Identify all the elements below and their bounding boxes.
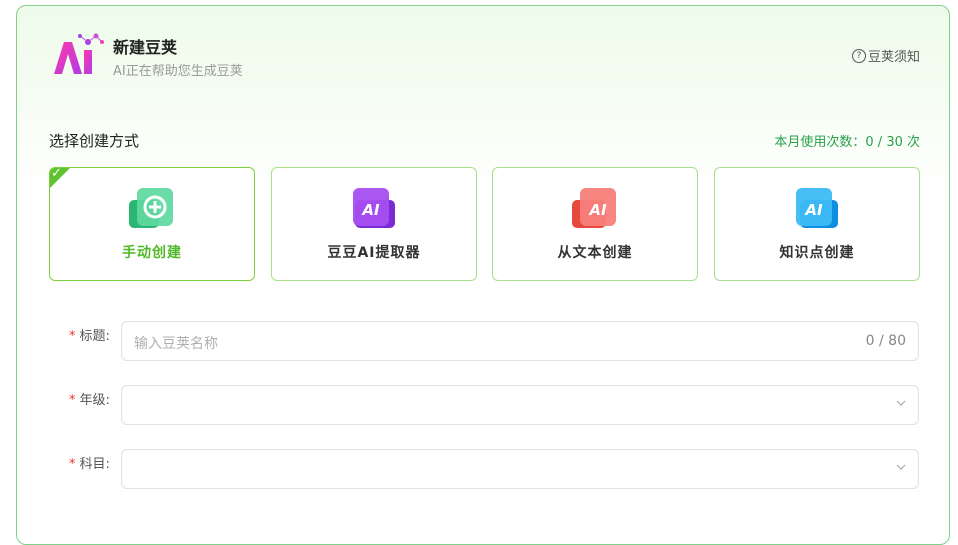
subject-row: * 科目: (49, 449, 919, 489)
grade-row: * 年级: (49, 385, 919, 425)
grade-select[interactable] (121, 385, 919, 425)
title-row: * 标题: 输入豆荚名称 0 / 80 (49, 321, 919, 361)
ai-logo-icon (54, 33, 104, 74)
card-ai-extractor[interactable]: AI 豆豆AI提取器 (271, 167, 477, 281)
svg-text:AI: AI (588, 201, 607, 219)
section-label: 选择创建方式 (49, 132, 140, 150)
chevron-down-icon (896, 464, 906, 470)
title-input[interactable]: 输入豆荚名称 0 / 80 (121, 321, 919, 361)
card-knowledge-point-create[interactable]: AI 知识点创建 (714, 167, 920, 281)
plus-circle-icon (129, 188, 173, 228)
checkmark-icon: ✓ (51, 167, 62, 181)
creation-method-cards: ✓ 手动创建 AI 豆豆AI提取器 AI 从文本创建 AI 知识点创建 (49, 167, 920, 281)
page-subtitle: AI正在帮助您生成豆荚 (113, 64, 243, 79)
title-placeholder: 输入豆荚名称 (134, 336, 218, 352)
svg-text:AI: AI (361, 201, 380, 219)
help-label: 豆荚须知 (867, 50, 920, 65)
card-manual-create[interactable]: ✓ 手动创建 (49, 167, 255, 281)
ai-red-icon: AI (572, 188, 616, 228)
ai-blue-icon: AI (796, 188, 838, 228)
required-mark: * (69, 329, 76, 344)
card-label: 知识点创建 (779, 245, 855, 261)
card-label: 从文本创建 (557, 245, 633, 261)
card-label: 豆豆AI提取器 (327, 245, 421, 261)
card-label: 手动创建 (122, 245, 182, 261)
grade-label: * 年级: (69, 393, 110, 408)
ai-purple-icon: AI (353, 188, 395, 228)
usage-counter: 本月使用次数：0 / 30 次 (774, 135, 920, 150)
required-mark: * (69, 457, 76, 472)
required-mark: * (69, 393, 76, 408)
subject-select[interactable] (121, 449, 919, 489)
char-counter: 0 / 80 (865, 333, 906, 349)
chevron-down-icon (896, 400, 906, 406)
subject-label: * 科目: (69, 457, 110, 472)
question-circle-icon: ? (851, 48, 866, 63)
help-link[interactable]: ? 豆荚须知 (851, 46, 920, 65)
title-label: * 标题: (69, 329, 110, 344)
card-create-from-text[interactable]: AI 从文本创建 (492, 167, 698, 281)
svg-text:AI: AI (804, 201, 823, 219)
page-title: 新建豆荚 (113, 38, 178, 57)
